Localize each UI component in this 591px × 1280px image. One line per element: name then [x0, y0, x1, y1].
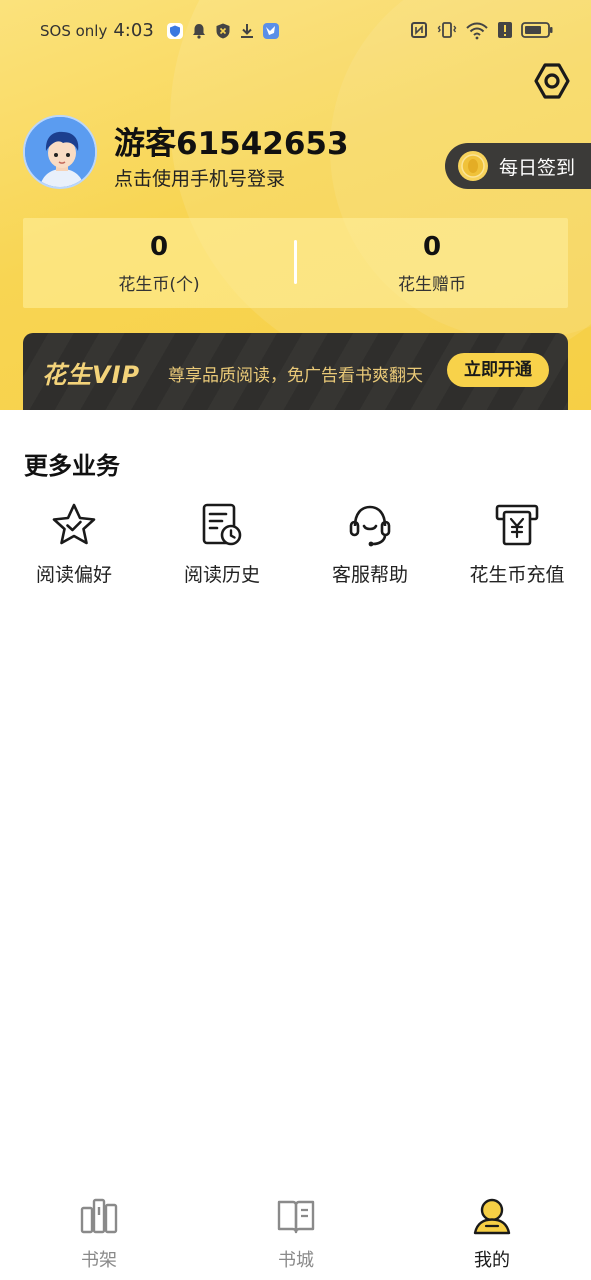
daily-checkin-button[interactable]: 每日签到 — [445, 143, 591, 189]
status-bar: SOS only 4:03 — [0, 0, 591, 66]
vip-banner[interactable]: 花生VIP 尊享品质阅读，免广告看书爽翻天 立即开通 — [23, 333, 568, 410]
coin-balance-label: 花生币(个) — [118, 275, 200, 295]
more-services-title: 更多业务 — [24, 452, 120, 480]
shield-icon — [166, 22, 183, 39]
bottom-navigation: 书架 书城 我的 — [0, 1180, 591, 1280]
service-reading-history[interactable]: 阅读历史 — [148, 500, 296, 600]
security-x-icon — [216, 23, 230, 38]
vip-description: 尊享品质阅读，免广告看书爽翻天 — [168, 366, 423, 386]
vibrate-icon — [437, 22, 457, 38]
bird-app-icon — [262, 22, 279, 39]
checkin-label: 每日签到 — [499, 156, 576, 179]
headset-icon — [349, 505, 391, 547]
gift-coin-label: 花生赠币 — [398, 275, 466, 295]
login-hint-link[interactable]: 点击使用手机号登录 — [114, 164, 285, 191]
avatar[interactable] — [23, 115, 97, 189]
user-icon — [473, 1198, 511, 1235]
username[interactable]: 游客61542653 — [114, 118, 349, 163]
vip-activate-button[interactable]: 立即开通 — [447, 353, 549, 387]
nav-label: 书架 — [81, 1250, 117, 1271]
status-bar-left: SOS only 4:03 — [40, 20, 280, 41]
gift-coin-value: 0 — [422, 232, 442, 262]
yuan-recharge-icon — [495, 504, 539, 546]
status-bar-right — [409, 20, 553, 40]
open-book-icon — [277, 1200, 315, 1234]
nav-label: 我的 — [474, 1250, 510, 1271]
service-label: 花生币充值 — [469, 564, 565, 586]
alert-icon — [498, 22, 512, 38]
nav-bookstore[interactable]: 书城 — [236, 1196, 356, 1276]
service-label: 阅读历史 — [183, 564, 260, 586]
coin-icon — [458, 151, 488, 181]
gift-coin-balance[interactable]: 0 花生赠币 — [296, 218, 568, 308]
nfc-icon — [411, 22, 427, 38]
coin-balance-value: 0 — [149, 232, 169, 262]
service-coin-recharge[interactable]: 花生币充值 — [443, 500, 591, 600]
nav-bookshelf[interactable]: 书架 — [39, 1196, 159, 1276]
star-check-icon — [52, 503, 96, 545]
coin-balance[interactable]: 0 花生币(个) — [23, 218, 295, 308]
history-doc-icon — [202, 503, 242, 546]
nav-label: 书城 — [278, 1250, 314, 1271]
wifi-icon — [466, 22, 488, 40]
service-label: 客服帮助 — [331, 564, 408, 586]
vip-logo: 花生VIP — [42, 361, 141, 389]
sos-status-text: SOS only — [40, 21, 108, 40]
download-icon — [240, 23, 253, 38]
nav-mine[interactable]: 我的 — [432, 1196, 552, 1276]
settings-icon[interactable] — [533, 62, 571, 100]
battery-icon — [521, 22, 553, 38]
clock-text: 4:03 — [113, 20, 154, 41]
balance-card: 0 花生币(个) 0 花生赠币 — [23, 218, 568, 308]
service-reading-preference[interactable]: 阅读偏好 — [0, 500, 148, 600]
service-label: 阅读偏好 — [35, 564, 112, 586]
bell-icon — [192, 23, 205, 39]
service-customer-help[interactable]: 客服帮助 — [296, 500, 444, 600]
bookshelf-icon — [80, 1198, 118, 1234]
